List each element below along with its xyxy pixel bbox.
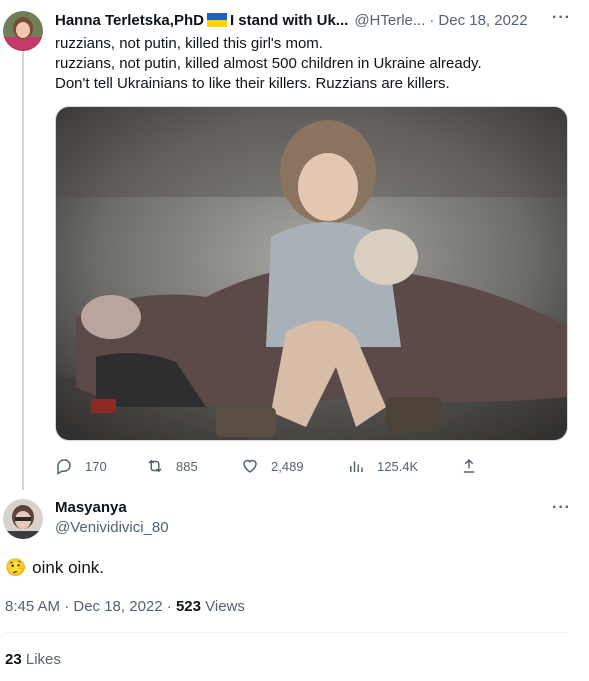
reply-views-label: Views xyxy=(205,598,245,615)
thread-connector-line xyxy=(22,50,24,490)
views-count: 125.4K xyxy=(377,458,419,474)
author-avatar[interactable] xyxy=(3,11,43,51)
tweet-date[interactable]: Dec 18, 2022 xyxy=(438,12,527,29)
retweet-count: 885 xyxy=(176,458,198,474)
author-bio-suffix[interactable]: I stand with Uk... xyxy=(230,12,348,29)
reply-author-avatar[interactable] xyxy=(3,499,43,539)
reply-meta: 8:45 AM · Dec 18, 2022 · 523 Views xyxy=(5,598,245,615)
reply-count: 170 xyxy=(85,458,107,474)
reply-author-name[interactable]: Masyanya xyxy=(55,499,127,516)
reply-more-options-icon[interactable]: ··· xyxy=(552,499,571,517)
reply-button[interactable]: 170 xyxy=(55,455,107,477)
tweet-header: Hanna Terletska,PhD I stand with Uk... @… xyxy=(55,10,528,30)
like-count: 2,489 xyxy=(271,458,304,474)
reply-timestamp[interactable]: 8:45 AM · Dec 18, 2022 · xyxy=(5,598,172,615)
share-icon xyxy=(463,458,475,473)
retweet-button[interactable]: 885 xyxy=(146,455,198,477)
heart-icon xyxy=(243,459,257,473)
like-button[interactable]: 2,489 xyxy=(241,455,304,477)
tweet-photo[interactable] xyxy=(55,106,568,441)
retweet-icon xyxy=(148,459,162,473)
reply-icon xyxy=(57,459,71,475)
lying-face-emoji-icon: 🤥 xyxy=(5,558,27,577)
author-name[interactable]: Hanna Terletska,PhD xyxy=(55,12,204,29)
views-button[interactable]: 125.4K xyxy=(347,455,418,477)
reply-text-content: oink oink. xyxy=(32,558,104,577)
tweet-text-line: ruzzians, not putin, killed almost 500 c… xyxy=(55,55,482,72)
reply-text: 🤥 oink oink. xyxy=(5,558,104,578)
header-separator: · xyxy=(429,11,435,29)
tweet-text-line: Don't tell Ukrainians to like their kill… xyxy=(55,75,450,92)
avatar-image xyxy=(3,11,43,51)
reply-views-count: 523 xyxy=(175,598,201,615)
author-handle[interactable]: @HTerle... xyxy=(354,12,425,29)
more-options-icon[interactable]: ··· xyxy=(552,9,571,27)
reply-author-handle[interactable]: @Venividivici_80 xyxy=(55,519,169,536)
reply-likes-label: Likes xyxy=(25,651,61,668)
reply-avatar-image xyxy=(3,499,43,539)
tweet-actions: 170 885 2,489 125.4K xyxy=(55,455,495,477)
ukraine-flag-icon xyxy=(206,13,227,27)
photo-image xyxy=(56,107,567,440)
tweet-text-line: ruzzians, not putin, killed this girl's … xyxy=(55,35,323,52)
reply-likes[interactable]: 23 Likes xyxy=(5,651,61,668)
tweet-text: ruzzians, not putin, killed this girl's … xyxy=(55,34,482,94)
divider xyxy=(5,632,568,633)
analytics-icon xyxy=(350,461,363,472)
share-button[interactable] xyxy=(460,455,490,477)
reply-likes-count: 23 xyxy=(5,651,22,668)
